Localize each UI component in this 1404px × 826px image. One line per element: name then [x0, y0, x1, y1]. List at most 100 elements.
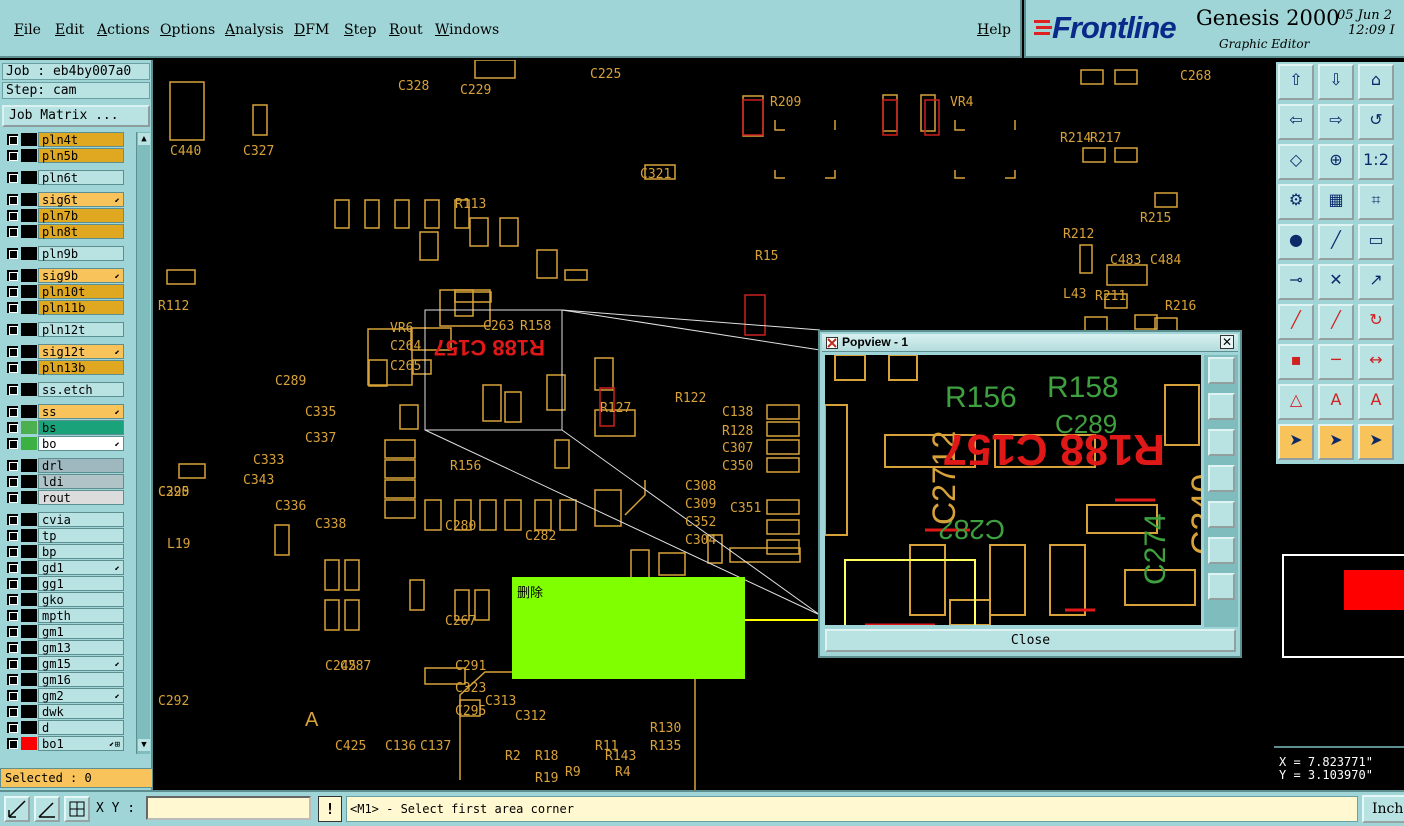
- layer-row-pln4t[interactable]: pln4t: [6, 132, 124, 147]
- layer-row-bo1[interactable]: bo1 ⬋⊞: [6, 736, 124, 751]
- layer-checkbox[interactable]: [7, 150, 18, 161]
- layer-checkbox[interactable]: [7, 690, 18, 701]
- grid-mode-button[interactable]: [64, 796, 90, 822]
- layer-checkbox[interactable]: [7, 134, 18, 145]
- layer-name[interactable]: gd1 ⬋: [38, 560, 124, 575]
- window-menu-icon[interactable]: [826, 337, 838, 349]
- pcb-pad[interactable]: [499, 217, 519, 247]
- layer-color-swatch[interactable]: [21, 721, 37, 734]
- layer-row-gm16[interactable]: gm16: [6, 672, 124, 687]
- layer-color-swatch[interactable]: [21, 405, 37, 418]
- layer-color-swatch[interactable]: [21, 561, 37, 574]
- layer-checkbox[interactable]: [7, 658, 18, 669]
- layer-color-swatch[interactable]: [21, 193, 37, 206]
- pcb-pad[interactable]: [766, 404, 800, 420]
- layer-name[interactable]: sig6t ⬋: [38, 192, 124, 207]
- layer-color-swatch[interactable]: [21, 737, 37, 750]
- menu-help[interactable]: Help: [977, 22, 1011, 38]
- measure-button[interactable]: ↔: [1358, 344, 1394, 380]
- menu-rout[interactable]: Rout: [389, 22, 423, 38]
- pcb-pad[interactable]: [729, 547, 801, 563]
- menu-analysis[interactable]: Analysis: [225, 22, 284, 38]
- close-icon[interactable]: ✕: [1220, 335, 1234, 349]
- arrow-select-button[interactable]: ➤: [1278, 424, 1314, 460]
- pcb-pad[interactable]: [1084, 316, 1108, 332]
- pcb-pad[interactable]: [766, 439, 800, 455]
- pcb-pad[interactable]: [384, 439, 416, 459]
- pcb-pad[interactable]: [658, 552, 686, 576]
- pcb-pad[interactable]: [469, 217, 489, 247]
- pcb-pad[interactable]: [169, 81, 205, 141]
- layer-name[interactable]: pln6t: [38, 170, 124, 185]
- layer-name[interactable]: tp: [38, 528, 124, 543]
- pcb-pad[interactable]: [454, 289, 474, 317]
- pcb-pad[interactable]: [409, 579, 425, 611]
- pcb-pad[interactable]: [1082, 147, 1106, 163]
- layer-row-gm1[interactable]: gm1: [6, 624, 124, 639]
- annotation-note[interactable]: 删除: [512, 577, 745, 679]
- layer-checkbox[interactable]: [7, 172, 18, 183]
- pcb-pad[interactable]: [419, 231, 439, 261]
- layer-name[interactable]: cvia: [38, 512, 124, 527]
- menu-windows[interactable]: Windows: [435, 22, 499, 38]
- layer-row-pln5b[interactable]: pln5b: [6, 148, 124, 163]
- layer-row-pln12t[interactable]: pln12t: [6, 322, 124, 337]
- triangle-c-button[interactable]: A: [1358, 384, 1394, 420]
- popview-pan-up-button[interactable]: [1208, 393, 1235, 420]
- layer-color-swatch[interactable]: [21, 609, 37, 622]
- pcb-pad[interactable]: [1114, 69, 1138, 85]
- triangle-b-button[interactable]: A: [1318, 384, 1354, 420]
- cut-wire-button[interactable]: ─: [1318, 344, 1354, 380]
- layer-color-swatch[interactable]: [21, 577, 37, 590]
- layer-color-swatch[interactable]: [21, 593, 37, 606]
- home-button[interactable]: ⌂: [1358, 64, 1394, 100]
- layer-name[interactable]: d: [38, 720, 124, 735]
- layer-color-swatch[interactable]: [21, 225, 37, 238]
- pcb-pad[interactable]: [474, 60, 516, 79]
- pcb-pad[interactable]: [334, 199, 350, 229]
- layer-row-bp[interactable]: bp: [6, 544, 124, 559]
- pcb-pad[interactable]: [324, 599, 340, 631]
- layer-checkbox[interactable]: [7, 594, 18, 605]
- layer-row-drl[interactable]: drl: [6, 458, 124, 473]
- layer-name[interactable]: ldi: [38, 474, 124, 489]
- pcb-pad[interactable]: [399, 404, 419, 430]
- popview-zoom-in-button[interactable]: [1208, 573, 1235, 600]
- layer-row-pln7b[interactable]: pln7b: [6, 208, 124, 223]
- layer-name[interactable]: pln9b: [38, 246, 124, 261]
- layer-checkbox[interactable]: [7, 384, 18, 395]
- layer-row-tp[interactable]: tp: [6, 528, 124, 543]
- layer-checkbox[interactable]: [7, 562, 18, 573]
- pcb-pad[interactable]: [564, 269, 588, 281]
- layer-name[interactable]: bo ⬋: [38, 436, 124, 451]
- layer-row-sig9b[interactable]: sig9b ⬋: [6, 268, 124, 283]
- pcb-pad[interactable]: [394, 199, 410, 229]
- pcb-pad[interactable]: [344, 559, 360, 591]
- layer-name[interactable]: mpth: [38, 608, 124, 623]
- settings-button[interactable]: ⚙: [1278, 184, 1314, 220]
- layer-row-dwk[interactable]: dwk: [6, 704, 124, 719]
- layer-name[interactable]: gm1: [38, 624, 124, 639]
- layer-checkbox[interactable]: [7, 460, 18, 471]
- layer-name[interactable]: rout: [38, 490, 124, 505]
- layer-name[interactable]: pln5b: [38, 148, 124, 163]
- layer-color-swatch[interactable]: [21, 323, 37, 336]
- layer-color-swatch[interactable]: [21, 209, 37, 222]
- zoom-down-button[interactable]: ⇩: [1318, 64, 1354, 100]
- menu-actions[interactable]: Actions: [97, 22, 150, 38]
- layer-color-swatch[interactable]: [21, 269, 37, 282]
- layer-color-swatch[interactable]: [21, 361, 37, 374]
- menu-dfm[interactable]: DFM: [294, 22, 329, 38]
- measure-mode-button[interactable]: [34, 796, 60, 822]
- popview-close-button[interactable]: Close: [825, 629, 1236, 652]
- zoom-center-button[interactable]: ⊕: [1318, 144, 1354, 180]
- delete-point-button[interactable]: ✕: [1318, 264, 1354, 300]
- pcb-pad[interactable]: [384, 479, 416, 499]
- layer-name[interactable]: pln12t: [38, 322, 124, 337]
- triangle-a-button[interactable]: △: [1278, 384, 1314, 420]
- pcb-pad[interactable]: [766, 421, 800, 437]
- ruler-button[interactable]: ▭: [1358, 224, 1394, 260]
- pcb-pad[interactable]: [364, 199, 380, 229]
- layer-row-ldi[interactable]: ldi: [6, 474, 124, 489]
- pcb-pad[interactable]: [1154, 192, 1178, 208]
